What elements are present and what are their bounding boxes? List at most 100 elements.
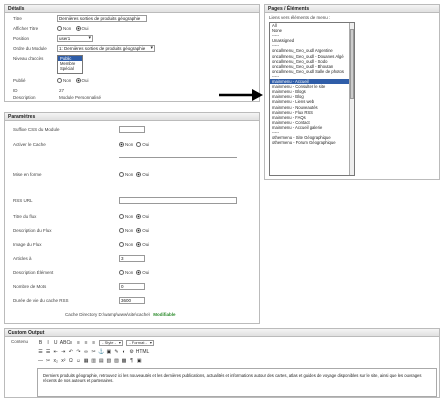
editor-tool-icon[interactable]: ABC	[60, 340, 70, 347]
editor-tool-icon[interactable]: ▣	[105, 349, 112, 356]
show-title-row: Afficher Titre Non Oui	[5, 25, 259, 34]
editor-tool-icon[interactable]: ▤	[98, 358, 105, 365]
editor-tool-icon[interactable]: I	[45, 340, 52, 347]
pages-list-item[interactable]: oncallmenu_Geo_oudl - Douanes Algé	[270, 54, 354, 59]
param-radio-yes-label: Oui	[142, 270, 150, 275]
editor-content-area[interactable]: Derniers produits géographie, retrouvez …	[37, 368, 437, 397]
access-label: Niveau d'accès	[13, 56, 44, 61]
editor-tool-icon[interactable]: ⚙	[128, 349, 135, 356]
editor-tool-icon[interactable]: ―	[37, 358, 44, 365]
editor-tool-icon[interactable]: ⇤	[52, 349, 59, 356]
order-select[interactable]: 1: Dernières sorties de produits géograp…	[57, 45, 155, 52]
editor-tool-icon[interactable]: x₂	[52, 358, 59, 365]
editor-tool-icon[interactable]: ⇥	[60, 349, 67, 356]
editor-tool-icon[interactable]: ▣	[136, 358, 143, 365]
param-radio-no[interactable]	[119, 270, 124, 276]
param-input[interactable]: 0	[119, 283, 145, 290]
param-radio-yes-label: Oui	[142, 172, 150, 177]
editor-tool-icon[interactable]: ≡	[83, 340, 90, 347]
editor-tool-icon[interactable]: ☺	[75, 358, 82, 365]
custom-output-panel: Custom Output Contenu B I U ABC≡ ≡ ≡ ≡ - Style…	[4, 328, 440, 398]
param-input[interactable]: 3600	[119, 297, 145, 304]
editor-tool-icon[interactable]: HTML	[136, 349, 150, 356]
access-option[interactable]: Spécial	[58, 66, 82, 71]
param-radio-group: Non Oui	[119, 142, 150, 148]
param-radio-yes[interactable]	[136, 172, 142, 178]
param-radio-no[interactable]	[119, 228, 124, 234]
published-no-radio[interactable]	[57, 78, 62, 84]
editor-tool-icon[interactable]: ↶	[67, 349, 74, 356]
editor-tool-icon[interactable]: ≡	[90, 340, 97, 347]
param-row: Activer le Cache Non Oui	[5, 141, 259, 150]
pages-panel: Pages / Éléments Liens vers éléments de …	[264, 4, 440, 180]
pages-scrollbar[interactable]	[349, 23, 354, 175]
params-panel: Paramètres Suffixe CSS du Module Activer …	[4, 112, 260, 324]
editor-tool-icon[interactable]: ↷	[75, 349, 82, 356]
show-title-yes-label: Oui	[81, 26, 89, 31]
param-radio-no[interactable]	[119, 142, 124, 148]
details-panel: Détails Titre Dernières sorties de produ…	[4, 4, 260, 102]
editor-tool-icon[interactable]: ∞	[83, 349, 90, 356]
param-radio-no[interactable]	[119, 242, 124, 248]
published-row: Publié Non Oui	[5, 77, 259, 86]
show-title-yes-radio[interactable]	[75, 26, 81, 32]
published-label: Publié	[13, 78, 26, 83]
editor-tool-icon[interactable]: ▨	[113, 358, 120, 365]
param-radio-yes[interactable]	[136, 142, 142, 148]
pages-caption: Liens vers éléments de menu :	[269, 15, 331, 20]
editor-tool-icon[interactable]: ▧	[105, 358, 112, 365]
editor-tool-icon[interactable]: ✎	[113, 349, 120, 356]
param-radio-no[interactable]	[119, 172, 124, 178]
param-row: RSS URL	[5, 197, 259, 206]
params-header: Paramètres	[5, 113, 259, 121]
param-radio-yes[interactable]	[136, 242, 142, 248]
editor-tool-icon[interactable]: Ω	[67, 358, 74, 365]
published-yes-radio[interactable]	[75, 78, 81, 84]
title-input[interactable]: Dernières sorties de produits géographie	[57, 15, 147, 22]
editor-tool-icon[interactable]: ☰	[45, 349, 52, 356]
param-label: Titre du flux	[13, 214, 37, 219]
order-row: Ordre du Module 1: Dernières sorties de …	[5, 45, 259, 54]
access-row: Niveau d'accès Public Membre Spécial	[5, 55, 259, 75]
param-input[interactable]	[119, 197, 237, 204]
editor-tool-icon[interactable]: ✂	[45, 358, 52, 365]
editor-tool-icon[interactable]: ▥	[90, 358, 97, 365]
editor-tool-icon[interactable]: B	[37, 340, 44, 347]
param-radio-yes[interactable]	[136, 214, 142, 220]
editor-tool-icon[interactable]: ⚓	[98, 349, 105, 356]
show-title-no-radio[interactable]	[57, 26, 62, 32]
editor-tool-icon[interactable]: ▦	[83, 358, 90, 365]
published-radios: Non Oui	[57, 78, 89, 84]
show-title-radios: Non Oui	[57, 26, 89, 32]
editor-tool-icon[interactable]: ▩	[121, 358, 128, 365]
editor-tool-icon[interactable]: ☰	[37, 349, 44, 356]
param-radio-no[interactable]	[119, 214, 124, 220]
pages-list-item[interactable]: othermenu - Forum Géographique	[270, 140, 354, 145]
editor-tool-icon[interactable]: x²	[60, 358, 67, 365]
param-radio-yes-label: Oui	[142, 142, 150, 147]
pages-list-item[interactable]: oncallmenu_Geo_oudl Salle de photos	[270, 69, 354, 74]
order-label: Ordre du Module	[13, 46, 47, 51]
arrow-right-icon	[219, 89, 263, 101]
description-value: Module Personnalisé	[59, 95, 102, 100]
param-input[interactable]: 3	[119, 255, 145, 262]
editor-tool-icon[interactable]: ¶	[128, 358, 135, 365]
access-listbox[interactable]: Public Membre Spécial	[57, 55, 83, 74]
param-row: Articles à 3	[5, 255, 259, 264]
param-row: Nombre de Mots 0	[5, 283, 259, 292]
param-input[interactable]	[119, 126, 145, 133]
param-radio-yes[interactable]	[136, 228, 142, 234]
pages-listbox[interactable]: All None ----- Unassigned ----- oncallmenu_Ge…	[269, 22, 355, 176]
editor-tool-icon[interactable]: ◐	[121, 349, 128, 356]
param-radio-yes-label: Oui	[142, 214, 150, 219]
styles-select[interactable]: - Style -	[99, 340, 123, 346]
position-select[interactable]: user1	[57, 35, 93, 42]
editor-tool-icon[interactable]: ✂	[90, 349, 97, 356]
pages-scroll-thumb[interactable]	[350, 29, 354, 99]
format-select[interactable]: - Format -	[126, 340, 154, 346]
param-row: Description Élément Non Oui	[5, 269, 259, 278]
editor-tool-icon[interactable]: ≡	[75, 340, 82, 347]
editor-tool-icon[interactable]: U	[52, 340, 59, 347]
editor-tool-icon[interactable]: ≡	[67, 340, 74, 347]
param-radio-yes[interactable]	[136, 270, 142, 276]
